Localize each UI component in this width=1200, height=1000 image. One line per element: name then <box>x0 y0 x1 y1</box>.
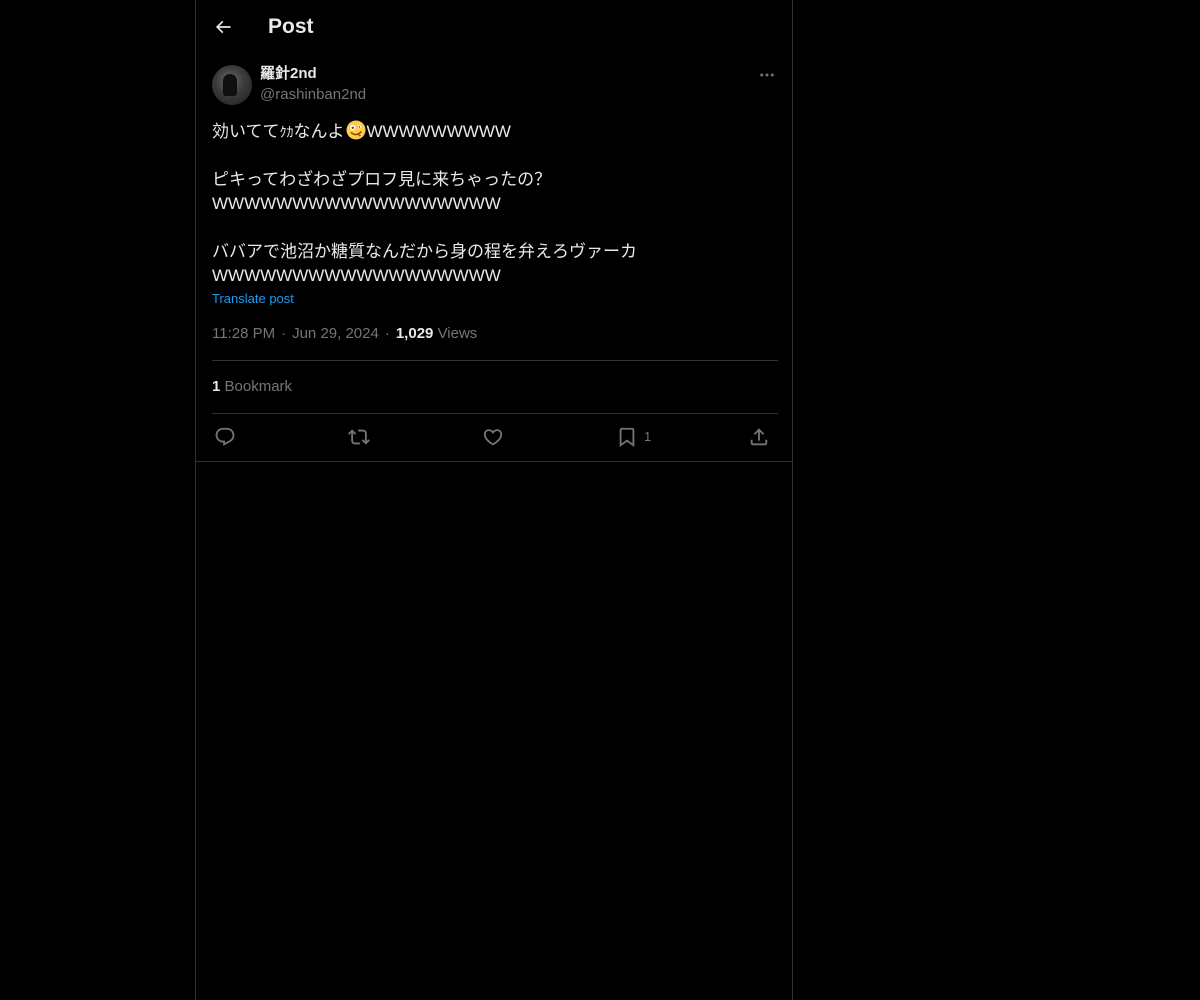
author-handle[interactable]: @rashinban2nd <box>260 85 366 105</box>
zany-face-emoji <box>346 120 365 140</box>
post-text-line-2: ピキってわざわざプロフ見に来ちゃったの？ <box>212 170 552 189</box>
post-text-line-5: WWWWWWWWWWWWWWWWWW <box>212 266 501 285</box>
post-text-segment: 効いてて <box>212 122 280 141</box>
post-text-segment: なんよ <box>293 122 345 141</box>
bookmark-count-row[interactable]: 1 Bookmark <box>212 377 292 397</box>
more-horizontal-icon <box>760 73 774 77</box>
author-display-name[interactable]: 羅針2nd <box>260 64 317 84</box>
bookmark-action-count: 1 <box>644 429 652 444</box>
bookmark-button[interactable]: 1 <box>616 425 651 449</box>
page-title: Post <box>268 15 314 38</box>
views-count: 1,029 <box>395 325 434 342</box>
share-button[interactable] <box>748 425 770 449</box>
bookmark-label: Bookmark <box>224 378 293 395</box>
post-date[interactable]: Jun 29, 2024 <box>292 325 379 342</box>
views-label: Views <box>437 325 478 342</box>
avatar-figure <box>223 74 237 96</box>
post-text-line-1: 効いててｸｶなんよ WWWWWWWWW <box>212 120 772 144</box>
post-time[interactable]: 11:28 PM <box>212 325 275 342</box>
separator-dot: · <box>384 325 390 342</box>
reply-button[interactable] <box>214 425 236 449</box>
post-text-line-4: ババアで池沼か糖質なんだから身の程を弁えろヴァーカ <box>212 242 637 261</box>
avatar[interactable] <box>212 65 252 105</box>
repost-icon <box>348 429 370 445</box>
translate-post-link[interactable]: Translate post <box>212 290 294 308</box>
like-button[interactable] <box>482 425 504 449</box>
action-bar: 1 <box>212 414 778 462</box>
post-metadata: 11:28 PM · Jun 29, 2024 · 1,029 Views <box>212 324 477 344</box>
more-options-button[interactable] <box>756 64 778 86</box>
share-icon <box>750 428 768 446</box>
post-detail: 羅針2nd @rashinban2nd 効いててｸｶなんよ WWWWWWWWW … <box>196 54 792 462</box>
top-bar: Post <box>196 0 792 54</box>
divider <box>212 360 778 361</box>
post-text: 効いててｸｶなんよ WWWWWWWWW ピキってわざわざプロフ見に来ちゃったの？… <box>212 120 772 288</box>
repost-button[interactable] <box>348 425 370 449</box>
arrow-left-icon <box>215 20 231 34</box>
primary-column: Post 羅針2nd @rashinban2nd 効いててｸｶなんよ WWWWW… <box>195 0 793 1000</box>
bookmark-count: 1 <box>212 378 221 395</box>
like-icon <box>483 429 503 446</box>
bookmark-icon <box>619 427 635 448</box>
post-text-segment: ｸｶ <box>279 124 294 140</box>
post-text-line-3: WWWWWWWWWWWWWWWWWW <box>212 194 501 213</box>
separator-dot: · <box>281 325 287 342</box>
back-button[interactable] <box>207 10 239 44</box>
reply-icon <box>215 427 235 446</box>
post-text-segment: WWWWWWWWW <box>366 122 511 141</box>
